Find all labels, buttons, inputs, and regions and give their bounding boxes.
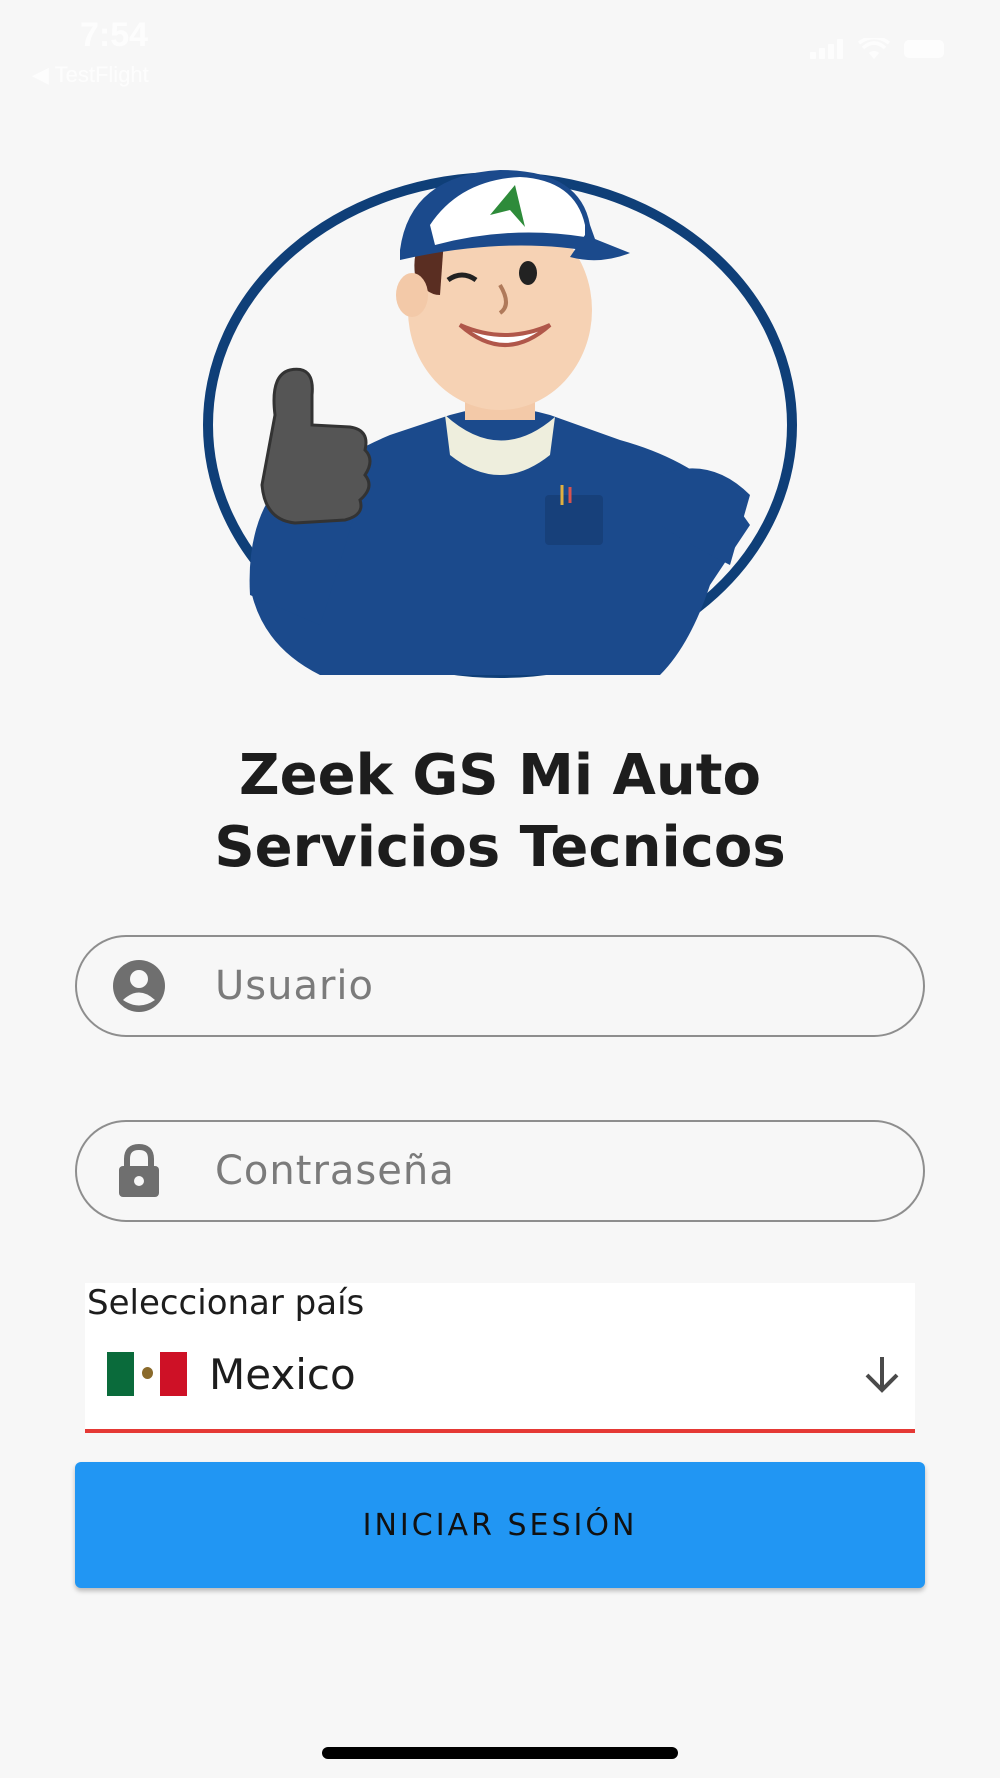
- country-selector-underline: [85, 1429, 915, 1433]
- country-selector[interactable]: Seleccionar país Mexico: [85, 1283, 915, 1433]
- country-selector-label: Seleccionar país: [87, 1283, 365, 1323]
- selected-country: Mexico: [209, 1349, 356, 1399]
- app-title: Zeek GS Mi Auto Servicios Tecnicos: [0, 740, 1000, 884]
- login-button[interactable]: INICIAR SESIÓN: [75, 1462, 925, 1588]
- app-title-line-1: Zeek GS Mi Auto: [239, 743, 761, 808]
- testflight-back-link[interactable]: ◀ TestFlight: [32, 62, 149, 88]
- arrow-down-icon[interactable]: [859, 1351, 905, 1397]
- username-input[interactable]: [213, 962, 897, 1010]
- status-time: 7:54: [80, 16, 149, 54]
- mechanic-mascot-logo: [203, 170, 797, 678]
- battery-icon: [904, 40, 944, 58]
- wifi-icon: [858, 38, 890, 59]
- lock-icon: [109, 1141, 169, 1201]
- status-bar: 7:54 ◀ TestFlight: [0, 0, 1000, 90]
- home-indicator[interactable]: [322, 1747, 678, 1759]
- status-icons: [810, 38, 944, 60]
- username-field[interactable]: [75, 935, 925, 1037]
- country-dropdown[interactable]: Mexico: [85, 1333, 915, 1415]
- password-field[interactable]: [75, 1120, 925, 1222]
- cellular-signal-icon: [810, 39, 843, 59]
- app-title-line-2: Servicios Tecnicos: [214, 815, 786, 880]
- person-circle-icon: [109, 956, 169, 1016]
- password-input[interactable]: [213, 1147, 897, 1195]
- mexico-flag-icon: [107, 1352, 187, 1396]
